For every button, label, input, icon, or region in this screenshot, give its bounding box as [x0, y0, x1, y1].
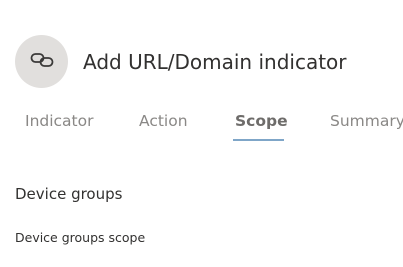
device-groups-scope-label: Device groups scope — [15, 230, 146, 245]
tab-action[interactable]: Action — [139, 112, 188, 130]
tab-summary[interactable]: Summary — [330, 112, 403, 130]
device-groups-heading: Device groups — [15, 185, 123, 203]
tab-indicator[interactable]: Indicator — [25, 112, 94, 130]
wizard-header: Add URL/Domain indicator — [15, 35, 347, 88]
indicator-avatar — [15, 35, 68, 88]
wizard-steps: Indicator Action Scope Summary — [0, 112, 403, 144]
link-icon — [29, 47, 55, 77]
selected-tab-indicator — [233, 139, 284, 141]
tab-scope[interactable]: Scope — [235, 112, 288, 130]
page-title: Add URL/Domain indicator — [83, 49, 347, 74]
